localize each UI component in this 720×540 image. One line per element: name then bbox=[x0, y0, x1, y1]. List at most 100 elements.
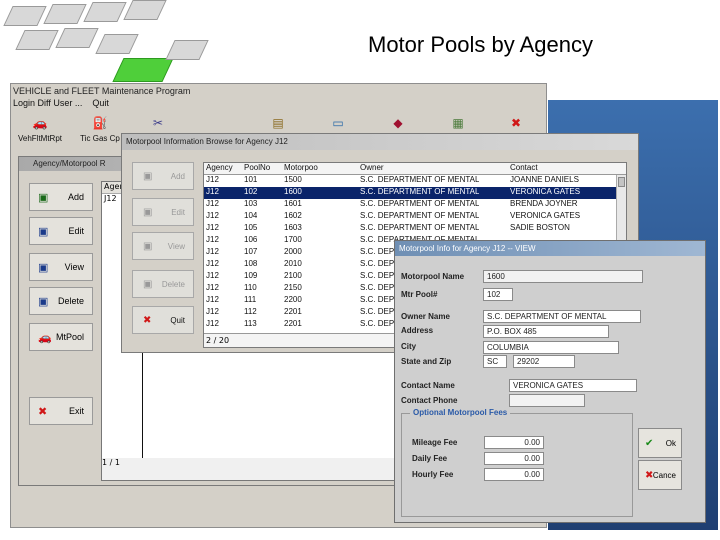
report-icon: ▦ bbox=[452, 116, 464, 130]
browse-view-button[interactable]: ▣ View bbox=[132, 232, 194, 260]
table-cell: J12 bbox=[206, 235, 219, 244]
table-cell: 2201 bbox=[284, 319, 302, 328]
agency-view-button[interactable]: ▣ View bbox=[29, 253, 93, 281]
table-cell: 104 bbox=[244, 211, 258, 220]
motorpool-name-field[interactable]: 1600 bbox=[483, 270, 643, 283]
mtr-pool-label: Mtr Pool# bbox=[401, 290, 438, 299]
column-header[interactable]: PoolNo bbox=[244, 163, 270, 172]
contact-name-label: Contact Name bbox=[401, 381, 455, 390]
car-icon: 🚗 bbox=[32, 116, 48, 130]
city-field[interactable]: COLUMBIA bbox=[483, 341, 619, 354]
button-label: Delete bbox=[161, 280, 185, 289]
close-x-icon: ✖ bbox=[143, 315, 152, 326]
column-header[interactable]: Agency bbox=[206, 163, 233, 172]
table-row[interactable]: J12 105 1603 S.C. DEPARTMENT OF MENTAL SADIE… bbox=[204, 223, 616, 235]
table-cell: J12 bbox=[206, 187, 219, 196]
table-cell: VERONICA GATES bbox=[510, 187, 581, 196]
scrollbar-thumb[interactable] bbox=[618, 177, 625, 187]
table-row[interactable]: J12 101 1500 S.C. DEPARTMENT OF MENTAL JOANN… bbox=[204, 175, 616, 187]
ok-button[interactable]: ✔ Ok bbox=[638, 428, 682, 458]
table-cell: 1602 bbox=[284, 211, 302, 220]
daily-fee-field[interactable]: 0.00 bbox=[484, 452, 544, 465]
button-label: Cance bbox=[652, 471, 676, 480]
table-cell: S.C. DEPARTMENT OF MENTAL bbox=[360, 211, 480, 220]
car-graphic-highlight bbox=[112, 58, 174, 82]
record-counter: 1 / 1 bbox=[102, 458, 120, 467]
car-graphic bbox=[123, 0, 167, 20]
table-cell: S.C. DEP bbox=[360, 295, 395, 304]
table-cell: 108 bbox=[244, 259, 258, 268]
browse-edit-button[interactable]: ▣ Edit bbox=[132, 198, 194, 226]
car-graphic bbox=[165, 40, 209, 60]
button-label: Add bbox=[67, 192, 84, 202]
browse-delete-button[interactable]: ▣ Delete bbox=[132, 270, 194, 298]
car-icon: 🚗 bbox=[38, 332, 52, 344]
hourly-fee-label: Hourly Fee bbox=[412, 470, 454, 479]
contact-name-field[interactable]: VERONICA GATES bbox=[509, 379, 637, 392]
menu-login-diff-user[interactable]: Login Diff User ... bbox=[13, 98, 82, 108]
button-label: Edit bbox=[68, 226, 84, 236]
agency-edit-button[interactable]: ▣ Edit bbox=[29, 217, 93, 245]
motorpool-name-label: Motorpool Name bbox=[401, 272, 465, 281]
button-label: View bbox=[64, 262, 84, 272]
table-cell: S.C. DEP bbox=[360, 319, 395, 328]
table-row[interactable]: J12 103 1601 S.C. DEPARTMENT OF MENTAL BREND… bbox=[204, 199, 616, 211]
table-row[interactable]: J12 104 1602 S.C. DEPARTMENT OF MENTAL VERON… bbox=[204, 211, 616, 223]
table-cell: J12 bbox=[206, 271, 219, 280]
table-cell: 2201 bbox=[284, 307, 302, 316]
app-title: VEHICLE and FLEET Maintenance Program bbox=[13, 86, 191, 96]
table-cell: S.C. DEPARTMENT OF MENTAL bbox=[360, 175, 480, 184]
column-header[interactable]: Motorpoo bbox=[284, 163, 318, 172]
state-field[interactable]: SC bbox=[483, 355, 507, 368]
column-header[interactable]: Owner bbox=[360, 163, 384, 172]
toolbar-vehicle-button[interactable]: 🚗 VehFltMtRpt bbox=[11, 116, 69, 150]
browse-quit-button[interactable]: ✖ Quit bbox=[132, 306, 194, 334]
button-label: Edit bbox=[171, 208, 185, 217]
table-cell: J12 bbox=[206, 223, 219, 232]
menu-bar: Login Diff User ... Quit bbox=[13, 98, 109, 108]
browse-add-button[interactable]: ▣ Add bbox=[132, 162, 194, 190]
table-cell: S.C. DEPARTMENT OF MENTAL bbox=[360, 223, 480, 232]
contact-phone-field[interactable] bbox=[509, 394, 585, 407]
cancel-button[interactable]: ✖ Cance bbox=[638, 460, 682, 490]
table-cell: 1603 bbox=[284, 223, 302, 232]
table-cell: J12 bbox=[206, 247, 219, 256]
info-window-title: Motorpool Info for Agency J12 -- VIEW bbox=[395, 241, 705, 256]
table-row[interactable]: J12 102 1600 S.C. DEPARTMENT OF MENTAL VERON… bbox=[204, 187, 616, 199]
hourly-fee-field[interactable]: 0.00 bbox=[484, 468, 544, 481]
agency-add-button[interactable]: ▣ Add bbox=[29, 183, 93, 211]
save-icon: ▣ bbox=[38, 262, 49, 274]
mtr-pool-field[interactable]: 102 bbox=[483, 288, 513, 301]
table-cell: J12 bbox=[206, 319, 219, 328]
menu-quit[interactable]: Quit bbox=[92, 98, 109, 108]
table-cell: 106 bbox=[244, 235, 258, 244]
agency-delete-button[interactable]: ▣ Delete bbox=[29, 287, 93, 315]
optional-fees-title: Optional Motorpool Fees bbox=[410, 408, 511, 417]
save-icon: ▣ bbox=[38, 192, 49, 204]
table-cell: 111 bbox=[244, 295, 257, 304]
table-cell: J12 bbox=[206, 295, 219, 304]
toolbar-label: Tic Gas Cp bbox=[80, 134, 120, 143]
table-cell: 2200 bbox=[284, 295, 302, 304]
mileage-fee-field[interactable]: 0.00 bbox=[484, 436, 544, 449]
table-cell: 1700 bbox=[284, 235, 302, 244]
badge-icon: ◆ bbox=[393, 116, 403, 130]
gas-pump-icon: ⛽ bbox=[92, 116, 108, 130]
table-cell: S.C. DEP bbox=[360, 247, 395, 256]
table-cell: S.C. DEP bbox=[360, 307, 395, 316]
save-icon: ▣ bbox=[38, 296, 49, 308]
save-icon: ▣ bbox=[143, 207, 153, 218]
table-cell: J12 bbox=[206, 307, 219, 316]
record-counter: 2 / 20 bbox=[206, 336, 230, 345]
zip-field[interactable]: 29202 bbox=[513, 355, 575, 368]
column-header[interactable]: Contact bbox=[510, 163, 538, 172]
button-label: Add bbox=[170, 172, 185, 181]
table-cell: JOANNE DANIELS bbox=[510, 175, 579, 184]
owner-name-field[interactable]: S.C. DEPARTMENT OF MENTAL bbox=[483, 310, 641, 323]
agency-mtpool-button[interactable]: 🚗 MtPool bbox=[29, 323, 93, 351]
car-graphic bbox=[3, 6, 47, 26]
address-field[interactable]: P.O. BOX 485 bbox=[483, 325, 609, 338]
optional-fees-group: Optional Motorpool Fees Mileage Fee 0.00… bbox=[401, 408, 633, 517]
tools-icon: ✂ bbox=[152, 116, 164, 130]
agency-exit-button[interactable]: ✖ Exit bbox=[29, 397, 93, 425]
